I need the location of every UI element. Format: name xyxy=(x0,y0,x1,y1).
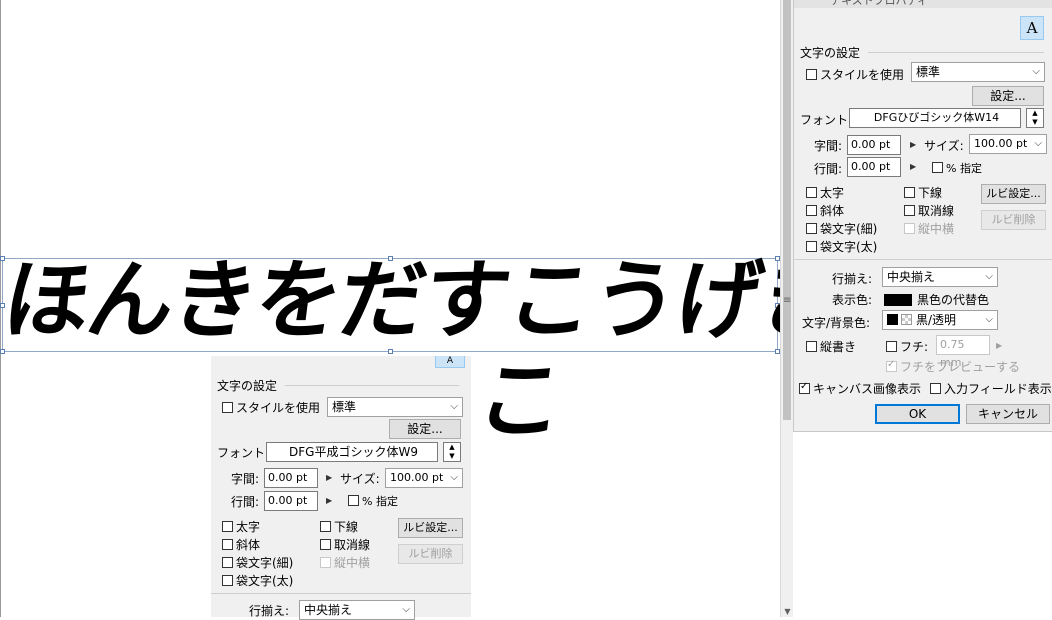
chevron-down-icon: ⌵ xyxy=(1032,66,1040,77)
leading-field[interactable]: 0.00 pt xyxy=(264,491,318,511)
ok-button[interactable]: OK xyxy=(875,404,960,424)
bold-checkbox[interactable]: 太字 xyxy=(222,518,260,535)
leading-field[interactable]: 0.00 pt xyxy=(847,157,901,177)
font-spinner-icon[interactable]: ▲ ▼ xyxy=(443,442,461,462)
style-select[interactable]: 標準 ⌵ xyxy=(911,62,1045,82)
strike-checkbox[interactable]: 取消線 xyxy=(904,202,954,219)
underline-checkbox[interactable]: 下線 xyxy=(320,518,358,535)
text-style-icon[interactable]: A xyxy=(435,356,465,368)
canvas-image-checkbox[interactable]: キャンバス画像表示 xyxy=(799,380,921,397)
chevron-down-icon: ⌵ xyxy=(985,314,993,325)
ruby-settings-button[interactable]: ルビ設定... xyxy=(981,184,1046,204)
strike-checkbox[interactable]: 取消線 xyxy=(320,536,370,553)
canvas-text-line-2: こ xyxy=(470,351,570,451)
underline-checkbox[interactable]: 下線 xyxy=(904,184,942,201)
play-triangle-icon[interactable]: ▶ xyxy=(326,473,332,482)
ruby-settings-button[interactable]: ルビ設定... xyxy=(398,518,463,538)
ruby-delete-button[interactable]: ルビ削除 xyxy=(398,544,463,564)
tracking-field[interactable]: 0.00 pt xyxy=(847,135,901,155)
italic-checkbox[interactable]: 斜体 xyxy=(806,202,844,219)
text-properties-dialog: テキストプロパティ A 文字の設定 スタイルを使用 標準 ⌵ 設定... フォント… xyxy=(793,0,1052,432)
separator xyxy=(794,259,1052,260)
canvas-vertical-scrollbar[interactable]: ≡ ▼ xyxy=(780,0,793,617)
splitter-grip-icon[interactable]: ≡ xyxy=(783,296,791,306)
font-label: フォント: xyxy=(800,113,853,127)
align-select[interactable]: 中央揃え ⌵ xyxy=(882,267,998,287)
size-label: サイズ: xyxy=(340,472,380,486)
font-spinner-icon[interactable]: ▲ ▼ xyxy=(1026,108,1044,128)
separator xyxy=(285,385,459,386)
tracking-field[interactable]: 0.00 pt xyxy=(264,468,318,488)
tatechuyoko-checkbox[interactable]: 縦中横 xyxy=(904,220,954,237)
input-field-checkbox[interactable]: 入力フィールド表示 xyxy=(930,380,1052,397)
dialog-title-bar[interactable]: テキストプロパティ xyxy=(794,0,1052,8)
font-label: フォント: xyxy=(217,446,270,460)
align-label: 行揃え: xyxy=(832,272,873,286)
dialog-title: テキストプロパティ xyxy=(830,0,929,7)
outline-thick-checkbox[interactable]: 袋文字(太) xyxy=(806,238,877,255)
use-style-checkbox[interactable]: スタイルを使用 xyxy=(806,66,904,83)
section-title: 文字の設定 xyxy=(217,379,278,393)
tracking-label: 字間: xyxy=(231,472,260,486)
tracking-label: 字間: xyxy=(814,139,843,153)
align-select[interactable]: 中央揃え ⌵ xyxy=(299,600,415,620)
percent-checkbox[interactable]: % 指定 xyxy=(348,493,398,509)
section-title: 文字の設定 xyxy=(800,46,861,60)
percent-checkbox[interactable]: % 指定 xyxy=(932,160,982,176)
scroll-down-arrow-icon[interactable]: ▼ xyxy=(783,607,792,616)
outline-thick-checkbox[interactable]: 袋文字(太) xyxy=(222,572,293,589)
ruby-delete-button[interactable]: ルビ削除 xyxy=(981,210,1046,230)
use-style-checkbox[interactable]: スタイルを使用 xyxy=(222,399,320,416)
size-select[interactable]: 100.00 pt ⌵ xyxy=(385,468,463,488)
outline-thin-checkbox[interactable]: 袋文字(細) xyxy=(806,220,877,237)
style-select[interactable]: 標準 ⌵ xyxy=(327,397,463,417)
play-triangle-icon[interactable]: ▶ xyxy=(326,496,332,505)
resize-handle[interactable] xyxy=(0,256,5,261)
vertical-checkbox[interactable]: 縦書き xyxy=(806,338,856,355)
chevron-down-icon: ⌵ xyxy=(1034,138,1042,149)
play-triangle-icon[interactable]: ▶ xyxy=(996,341,1002,350)
font-field[interactable]: DFG平成ゴシック体W9 xyxy=(266,442,438,462)
bold-checkbox[interactable]: 太字 xyxy=(806,184,844,201)
text-bg-label: 文字/背景色: xyxy=(802,316,871,330)
leading-label: 行間: xyxy=(231,495,260,509)
size-select[interactable]: 100.00 pt ⌵ xyxy=(969,134,1047,154)
display-color-label: 表示色: xyxy=(832,293,873,307)
size-label: サイズ: xyxy=(924,139,964,153)
chevron-down-icon: ⌵ xyxy=(450,472,458,483)
text-bg-select[interactable]: 黒/透明 ⌵ xyxy=(882,310,998,330)
edge-preview-checkbox[interactable]: フチをプレビューする xyxy=(886,358,1020,375)
italic-checkbox[interactable]: 斜体 xyxy=(222,536,260,553)
edge-width-field[interactable]: 0.75 mm xyxy=(936,335,990,369)
text-properties-dialog-secondary: A 文字の設定 スタイルを使用 標準 ⌵ 設定... フォント: DFG平成ゴシッ… xyxy=(211,356,471,620)
chevron-down-icon: ⌵ xyxy=(985,271,993,282)
edge-checkbox[interactable]: フチ: xyxy=(886,338,928,355)
scrollbar-thumb[interactable] xyxy=(783,0,791,420)
cancel-button[interactable]: キャンセル xyxy=(966,404,1050,424)
display-color-swatch[interactable]: 黒色の代替色 xyxy=(884,291,989,308)
tatechuyoko-checkbox[interactable]: 縦中横 xyxy=(320,554,370,571)
style-settings-button[interactable]: 設定... xyxy=(972,86,1044,106)
separator xyxy=(868,52,1044,53)
chevron-down-icon: ⌵ xyxy=(450,401,458,412)
style-settings-button[interactable]: 設定... xyxy=(389,419,461,439)
align-label: 行揃え: xyxy=(249,604,290,618)
chevron-down-icon: ⌵ xyxy=(402,604,410,615)
separator xyxy=(211,593,471,594)
leading-label: 行間: xyxy=(814,162,843,176)
play-triangle-icon[interactable]: ▶ xyxy=(910,162,916,171)
text-style-icon[interactable]: A xyxy=(1020,16,1044,40)
outline-thin-checkbox[interactable]: 袋文字(細) xyxy=(222,554,293,571)
play-triangle-icon[interactable]: ▶ xyxy=(910,140,916,149)
font-field[interactable]: DFGひびゴシック体W14 xyxy=(849,108,1021,128)
canvas-text-line-1: ほんきをだすこうげき xyxy=(0,251,852,351)
